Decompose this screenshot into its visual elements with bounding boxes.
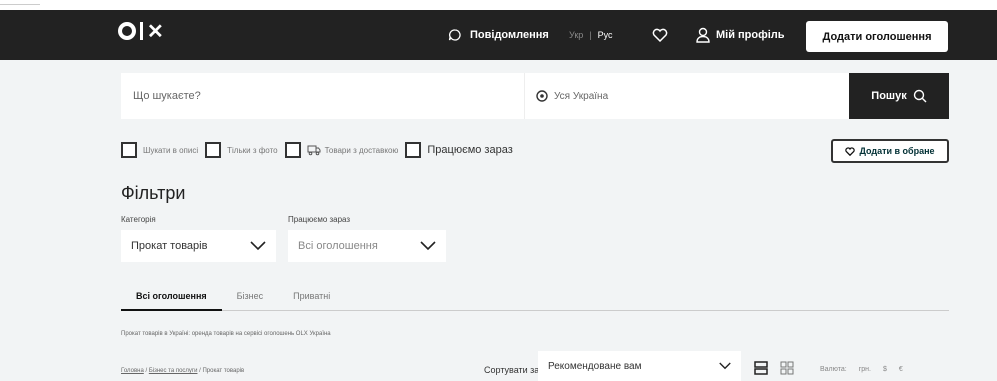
search-button-label: Пошук (871, 90, 907, 102)
currency-switcher: Валюта: грн. $ € (820, 366, 903, 373)
tab-all-ads[interactable]: Всі оголошення (121, 283, 222, 311)
search-bar: Що шукаєте? Уся Україна Пошук (121, 73, 949, 119)
favorites-button[interactable] (652, 10, 668, 60)
logo-bar-icon (140, 22, 143, 40)
checkbox-search-description[interactable]: Шукати в описі (121, 142, 198, 158)
checkbox-box[interactable] (205, 142, 222, 158)
logo-o-icon (118, 22, 136, 40)
location-input[interactable]: Уся Україна (525, 73, 849, 119)
lang-separator: | (589, 30, 592, 40)
working-now-select[interactable]: Всі оголошення (288, 230, 446, 262)
add-to-favorites-label: Додати в обране (859, 146, 935, 156)
checkbox-label: Товари з доставкою (324, 145, 399, 155)
chevron-down-icon (250, 241, 266, 251)
olx-logo[interactable]: ✕ (118, 19, 164, 43)
currency-uah[interactable]: грн. (859, 366, 871, 373)
chat-bubble-icon (448, 28, 462, 42)
breadcrumb-business[interactable]: Бізнес та послуги (149, 368, 198, 374)
sort-value: Рекомендоване вам (548, 360, 642, 372)
profile-label: Мій профіль (716, 29, 785, 41)
location-value: Уся Україна (554, 90, 609, 102)
sort-label: Сортувати за: (484, 365, 542, 375)
category-label: Категорія (121, 215, 156, 224)
grid-view-icon[interactable] (780, 361, 794, 375)
logo-x: ✕ (147, 20, 164, 43)
listing-type-tabs: Всі оголошення Бізнес Приватні (121, 283, 949, 311)
heart-icon (652, 28, 668, 42)
currency-usd[interactable]: $ (883, 366, 887, 373)
breadcrumb-current: Прокат товарів (202, 368, 245, 374)
filters-title: Фільтри (121, 183, 186, 203)
checkbox-label: Працюємо зараз (427, 144, 513, 156)
lang-ukr[interactable]: Укр (569, 30, 583, 40)
heart-outline-icon (845, 146, 856, 156)
checkbox-working-now[interactable]: Працюємо зараз (405, 142, 513, 158)
currency-eur[interactable]: € (899, 366, 903, 373)
breadcrumb: Головна / Бізнес та послуги / Прокат тов… (121, 368, 244, 374)
search-icon (913, 89, 927, 103)
search-button[interactable]: Пошук (849, 73, 949, 119)
checkbox-delivery[interactable]: Товари з доставкою (284, 142, 399, 158)
checkbox-label: Шукати в описі (143, 145, 199, 155)
messages-link[interactable]: Повідомлення (448, 10, 549, 60)
category-value: Прокат товарів (131, 240, 208, 252)
add-ad-button[interactable]: Додати оголошення (806, 21, 948, 52)
delivery-truck-icon (307, 145, 321, 156)
working-now-label: Працюємо зараз (288, 215, 351, 224)
search-options: Шукати в описі Тільки з фото Товари з до… (121, 140, 520, 160)
messages-label: Повідомлення (470, 29, 549, 41)
list-view-icon[interactable] (754, 361, 768, 375)
page-top-strip (0, 0, 997, 10)
chevron-down-icon (719, 362, 731, 370)
location-pin-icon (536, 90, 548, 102)
search-input[interactable]: Що шукаєте? (121, 73, 525, 119)
sort-select[interactable]: Рекомендоване вам (538, 351, 741, 381)
category-description: Прокат товарів в Україні: оренда товарів… (121, 331, 331, 337)
chevron-down-icon (420, 241, 436, 251)
add-to-favorites-button[interactable]: Додати в обране (831, 139, 949, 163)
tab-private[interactable]: Приватні (278, 283, 345, 311)
profile-link[interactable]: Мій профіль (696, 10, 785, 60)
checkbox-label: Тільки з фото (227, 145, 278, 155)
breadcrumb-home[interactable]: Головна (121, 368, 144, 374)
category-select[interactable]: Прокат товарів (121, 230, 276, 262)
checkbox-only-photo[interactable]: Тільки з фото (205, 142, 278, 158)
divider (0, 4, 40, 5)
language-switcher: Укр | Рус (569, 10, 613, 60)
user-icon (696, 27, 710, 43)
checkbox-box[interactable] (284, 142, 301, 158)
working-now-value: Всі оголошення (298, 240, 378, 252)
checkbox-box[interactable] (405, 142, 422, 158)
checkbox-box[interactable] (121, 142, 137, 158)
lang-rus[interactable]: Рус (598, 30, 613, 40)
currency-label: Валюта: (820, 366, 847, 373)
tab-business[interactable]: Бізнес (222, 283, 279, 311)
